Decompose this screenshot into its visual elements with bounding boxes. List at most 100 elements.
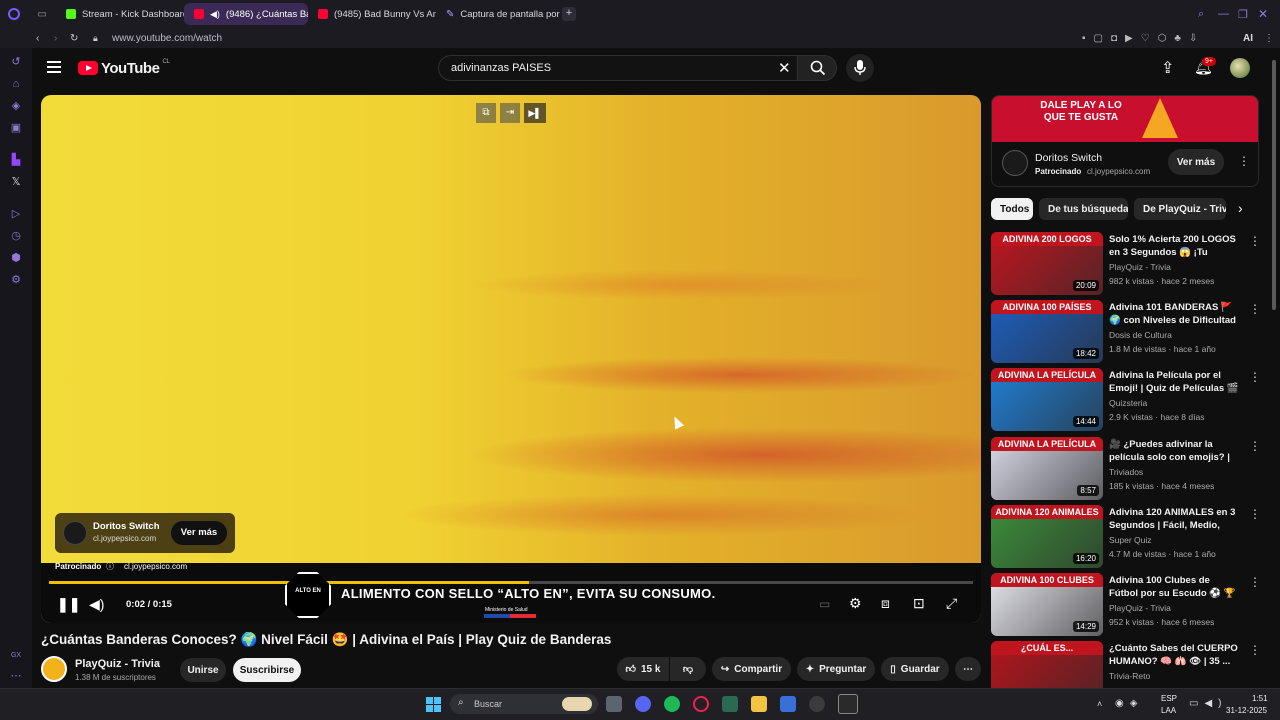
- save-button[interactable]: ▯ Guardar: [881, 657, 949, 681]
- file-explorer-icon[interactable]: [751, 696, 767, 712]
- progress-bar[interactable]: [49, 581, 973, 584]
- channel-avatar[interactable]: [41, 656, 67, 682]
- x-icon[interactable]: 𝕏: [10, 176, 22, 188]
- video-thumbnail[interactable]: ADIVINA LA PELÍCULA 14:44: [991, 368, 1103, 431]
- search-tabs-icon[interactable]: ⌕: [1198, 8, 1218, 21]
- pause-button[interactable]: ❚❚: [57, 596, 80, 613]
- video-thumbnail[interactable]: ADIVINA 200 LOGOS 20:09: [991, 232, 1103, 295]
- video-thumbnail[interactable]: ADIVINA 100 CLUBES 14:29: [991, 573, 1103, 636]
- ad-sponsor-card[interactable]: Doritos Switch cl.joypepsico.com Ver más: [55, 513, 235, 553]
- more-options-icon[interactable]: ⋮: [1249, 370, 1259, 384]
- browser-logo-icon[interactable]: [0, 3, 28, 25]
- subscribe-button[interactable]: Suscribirse: [233, 658, 301, 682]
- chips-next-icon[interactable]: ›: [1238, 200, 1243, 216]
- task-view-icon[interactable]: [606, 696, 622, 712]
- ask-button[interactable]: ✦ Preguntar: [797, 657, 875, 681]
- discord-icon[interactable]: [635, 696, 651, 712]
- twitch-icon[interactable]: ▙: [10, 154, 22, 166]
- recommendation-title[interactable]: Adivina 120 ANIMALES en 3 Segundos | Fác…: [1109, 506, 1241, 532]
- ad-more-icon[interactable]: ⋮: [1238, 154, 1250, 168]
- create-upload-icon[interactable]: ⇪: [1161, 58, 1174, 78]
- spotify-icon[interactable]: [664, 696, 680, 712]
- recommendation-item[interactable]: ¿CUÁL ES... ¿Cuánto Sabes del CUERPO HUMA…: [991, 641, 1259, 688]
- share-button[interactable]: ↪ Compartir: [712, 657, 791, 681]
- recommendation-title[interactable]: ¿Cuánto Sabes del CUERPO HUMANO? 🧠 🫁 👁 |…: [1109, 642, 1241, 668]
- join-button[interactable]: Unirse: [180, 658, 226, 682]
- keyboard-layout[interactable]: LAA: [1161, 706, 1176, 715]
- cast-icon[interactable]: ⊡: [913, 595, 925, 612]
- recommendation-item[interactable]: ADIVINA 120 ANIMALES 16:20 Adivina 120 ANI…: [991, 505, 1259, 569]
- video-thumbnail[interactable]: ADIVINA LA PELÍCULA 8:57: [991, 437, 1103, 500]
- tab-screenshot[interactable]: ✎ Captura de pantalla por Li: [436, 3, 562, 25]
- youtube-logo[interactable]: YouTube CL: [78, 59, 170, 77]
- recommendation-channel[interactable]: Super Quiz: [1109, 535, 1152, 545]
- close-window-button[interactable]: ✕: [1258, 7, 1280, 21]
- more-options-icon[interactable]: ⋮: [1249, 439, 1259, 453]
- settings-gear-icon[interactable]: ⚙: [849, 595, 862, 612]
- more-actions-button[interactable]: ⋯: [955, 657, 981, 681]
- miniplayer-icon[interactable]: ⧈: [881, 595, 890, 612]
- recommendation-channel[interactable]: Triviados: [1109, 467, 1143, 477]
- play-icon[interactable]: ▷: [10, 208, 22, 220]
- recommendation-title[interactable]: Adivina la Película por el Emoji! | Quiz…: [1109, 369, 1241, 395]
- dislike-button[interactable]: 👎︎: [670, 657, 706, 681]
- menu-icon[interactable]: ⋮: [1264, 33, 1274, 44]
- more-options-icon[interactable]: ⋮: [1249, 302, 1259, 316]
- video-thumbnail[interactable]: ADIVINA 120 ANIMALES 16:20: [991, 505, 1103, 568]
- skip-button[interactable]: ▶▌: [524, 103, 546, 123]
- tab-kick[interactable]: Stream - Kick Dashboard: [56, 3, 184, 25]
- voice-search-button[interactable]: [846, 54, 874, 82]
- history-icon[interactable]: ↺: [10, 56, 22, 68]
- video-thumbnail[interactable]: ADIVINA 100 PAÍSES 18:42: [991, 300, 1103, 363]
- tab-youtube-active[interactable]: ◀) (9486) ¿Cuántas Band: [184, 3, 308, 25]
- page-scrollbar[interactable]: [1272, 60, 1276, 310]
- chip-from-searches[interactable]: De tus búsquedas: [1039, 198, 1128, 220]
- video-player[interactable]: ⧉ ⇥ ▶▌ Doritos Switch cl.joypepsico.com …: [41, 95, 981, 623]
- opera-gx-icon[interactable]: [693, 696, 709, 712]
- recommendation-title[interactable]: Adivina 101 BANDERAS 🚩 🌍 con Niveles de …: [1109, 301, 1241, 327]
- back-button[interactable]: ‹: [36, 33, 39, 44]
- epic-games-icon[interactable]: [838, 694, 858, 714]
- reload-button[interactable]: ↻: [70, 33, 78, 44]
- ai-button[interactable]: AI: [1243, 33, 1253, 44]
- chip-all[interactable]: Todos: [991, 198, 1033, 220]
- language-code[interactable]: ESP: [1161, 694, 1177, 703]
- new-tab-button[interactable]: +: [562, 7, 576, 21]
- video-thumbnail[interactable]: ¿CUÁL ES...: [991, 641, 1103, 688]
- more-options-icon[interactable]: ⋮: [1249, 643, 1259, 657]
- settings-icon[interactable]: ⚙: [10, 274, 22, 286]
- clock-date[interactable]: 31-12-2025: [1226, 706, 1267, 715]
- volume-button[interactable]: ◀): [89, 596, 104, 613]
- search-input[interactable]: adivinanzas PAISES: [438, 55, 798, 81]
- ad-banner[interactable]: DALE PLAY A LO QUE TE GUSTA: [992, 96, 1258, 142]
- search-button[interactable]: [797, 55, 837, 81]
- clock-icon[interactable]: ◷: [10, 230, 22, 242]
- tray-chevron-icon[interactable]: ˄: [1097, 699, 1102, 709]
- cube-icon[interactable]: ⬢: [10, 252, 22, 264]
- recommendation-title[interactable]: Solo 1% Acierta 200 LOGOS en 3 Segundos …: [1109, 233, 1241, 259]
- obs-icon[interactable]: [809, 696, 825, 712]
- maximize-button[interactable]: ❐: [1238, 8, 1258, 21]
- gamepad-icon[interactable]: ◈: [10, 100, 22, 112]
- recommendation-item[interactable]: ADIVINA 100 PAÍSES 18:42 Adivina 101 BANDE…: [991, 300, 1259, 364]
- network-volume-icons[interactable]: ▭◀): [1189, 698, 1227, 709]
- notepad-icon[interactable]: [722, 696, 738, 712]
- recommendation-channel[interactable]: Dosis de Cultura: [1109, 330, 1172, 340]
- recommendation-title[interactable]: Adivina 100 Clubes de Fútbol por su Escu…: [1109, 574, 1241, 600]
- minimize-button[interactable]: —: [1218, 8, 1238, 20]
- messenger-icon[interactable]: ▣: [10, 122, 22, 134]
- bag-icon[interactable]: ⌂: [10, 78, 22, 90]
- taskbar-search[interactable]: ⌕ Buscar: [450, 694, 598, 714]
- recommendation-item[interactable]: ADIVINA 200 LOGOS 20:09 Solo 1% Acierta 20…: [991, 232, 1259, 296]
- recommendation-channel[interactable]: PlayQuiz - Trivia: [1109, 262, 1171, 272]
- miniplayer-button[interactable]: ⧉: [476, 103, 496, 123]
- url-field[interactable]: www.youtube.com/watch: [112, 33, 222, 44]
- ver-mas-button[interactable]: Ver más: [171, 521, 227, 545]
- channel-name[interactable]: PlayQuiz - Trivia: [75, 658, 160, 670]
- tab-youtube-bad-bunny[interactable]: (9485) Bad Bunny Vs Anu: [308, 3, 436, 25]
- tray-icons[interactable]: ◉◈: [1115, 698, 1143, 709]
- recommendation-channel[interactable]: Quizsteria: [1109, 398, 1147, 408]
- more-icon[interactable]: ⋯: [10, 670, 22, 682]
- subtitles-button[interactable]: ▭: [819, 597, 830, 611]
- recommendation-channel[interactable]: PlayQuiz - Trivia: [1109, 603, 1171, 613]
